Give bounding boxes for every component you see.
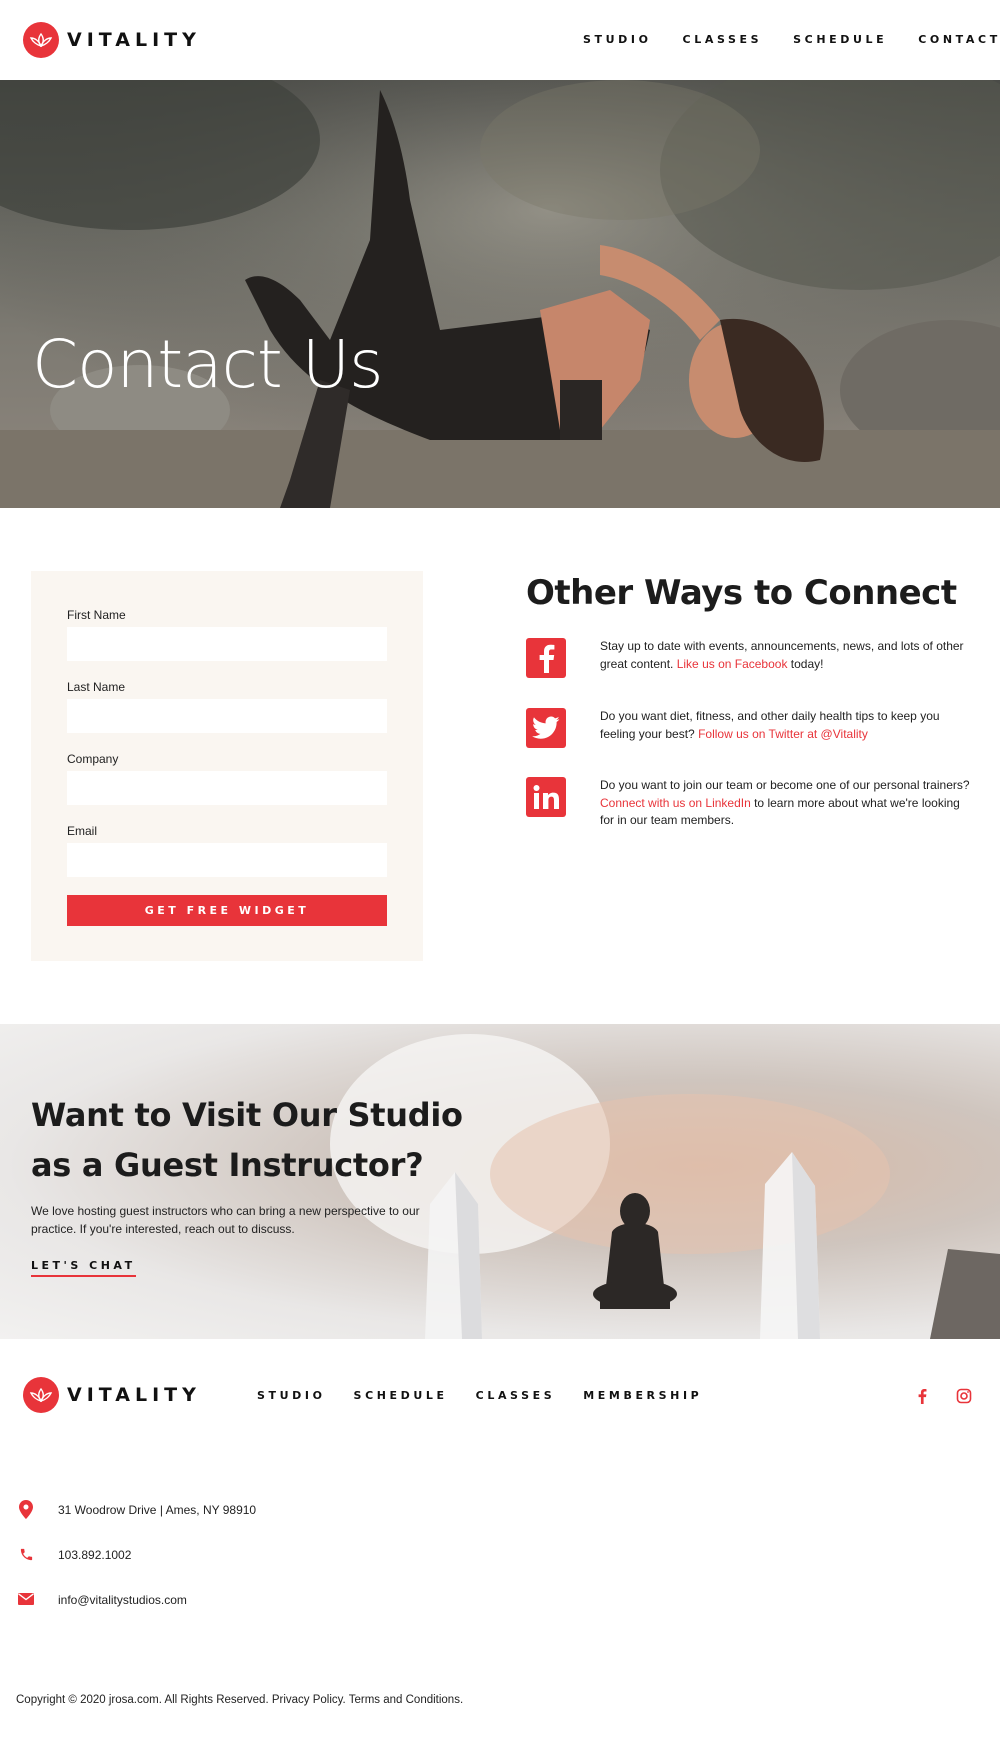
footer-instagram-icon[interactable] <box>956 1388 972 1404</box>
lets-chat-link[interactable]: LET'S CHAT <box>31 1259 136 1277</box>
footer-nav-schedule[interactable]: SCHEDULE <box>354 1389 448 1402</box>
address-text: 31 Woodrow Drive | Ames, NY 98910 <box>58 1503 257 1517</box>
lotus-icon <box>23 22 59 58</box>
facebook-icon[interactable] <box>526 638 566 678</box>
guest-instructor-section: Want to Visit Our Studio as a Guest Inst… <box>0 1024 1000 1339</box>
company-field[interactable] <box>67 771 387 805</box>
hero-banner: Contact Us <box>0 80 1000 508</box>
first-name-field[interactable] <box>67 627 387 661</box>
email-row: info@vitalitystudios.com <box>16 1589 187 1609</box>
last-name-label: Last Name <box>67 680 126 694</box>
guest-description: We love hosting guest instructors who ca… <box>31 1204 420 1236</box>
footer-logo-text: VITALITY <box>67 1384 201 1406</box>
facebook-text: Stay up to date with events, announcemen… <box>600 639 964 671</box>
page-title: Contact Us <box>32 326 383 403</box>
footer-nav-classes[interactable]: CLASSES <box>476 1389 556 1402</box>
submit-button[interactable]: GET FREE WIDGET <box>67 895 387 926</box>
footer-logo[interactable]: VITALITY <box>23 1377 201 1413</box>
footer-nav: STUDIO SCHEDULE CLASSES MEMBERSHIP <box>257 1389 702 1402</box>
nav-studio[interactable]: STUDIO <box>583 33 652 46</box>
lotus-icon <box>23 1377 59 1413</box>
hero-photo <box>0 80 1000 508</box>
footer-facebook-icon[interactable] <box>914 1388 930 1404</box>
copyright-text: Copyright © 2020 jrosa.com. All Rights R… <box>16 1694 464 1706</box>
connect-heading: Other Ways to Connect <box>526 573 957 613</box>
phone-text[interactable]: 103.892.1002 <box>58 1548 131 1562</box>
map-pin-icon <box>16 1499 36 1519</box>
email-text[interactable]: info@vitalitystudios.com <box>58 1593 187 1607</box>
twitter-link[interactable]: Follow us on Twitter at @Vitality <box>698 727 868 741</box>
footer-nav-membership[interactable]: MEMBERSHIP <box>583 1389 702 1402</box>
last-name-field[interactable] <box>67 699 387 733</box>
linkedin-icon[interactable] <box>526 777 566 817</box>
email-field[interactable] <box>67 843 387 877</box>
nav-classes[interactable]: CLASSES <box>683 33 763 46</box>
first-name-label: First Name <box>67 608 126 622</box>
logo[interactable]: VITALITY <box>23 22 201 58</box>
phone-icon <box>16 1544 36 1564</box>
nav-schedule[interactable]: SCHEDULE <box>793 33 887 46</box>
footer-nav-studio[interactable]: STUDIO <box>257 1389 326 1402</box>
company-label: Company <box>67 752 119 766</box>
linkedin-text: Do you want to join our team or become o… <box>600 778 970 827</box>
email-label: Email <box>67 824 98 838</box>
address-row: 31 Woodrow Drive | Ames, NY 98910 <box>16 1499 256 1519</box>
site-header: VITALITY STUDIO CLASSES SCHEDULE CONTACT <box>0 0 1000 80</box>
twitter-icon[interactable] <box>526 708 566 748</box>
twitter-text: Do you want diet, fitness, and other dai… <box>600 709 940 741</box>
envelope-icon <box>16 1589 36 1609</box>
guest-heading: Want to Visit Our Studio as a Guest Inst… <box>31 1096 463 1184</box>
nav-contact[interactable]: CONTACT <box>918 33 1000 46</box>
facebook-link[interactable]: Like us on Facebook <box>677 657 788 671</box>
main-nav: STUDIO CLASSES SCHEDULE CONTACT <box>583 33 1000 46</box>
contact-form: First Name Last Name Company Email GET F… <box>31 571 423 961</box>
phone-row: 103.892.1002 <box>16 1544 131 1564</box>
linkedin-link[interactable]: Connect with us on LinkedIn <box>600 796 751 810</box>
logo-text: VITALITY <box>67 29 201 51</box>
